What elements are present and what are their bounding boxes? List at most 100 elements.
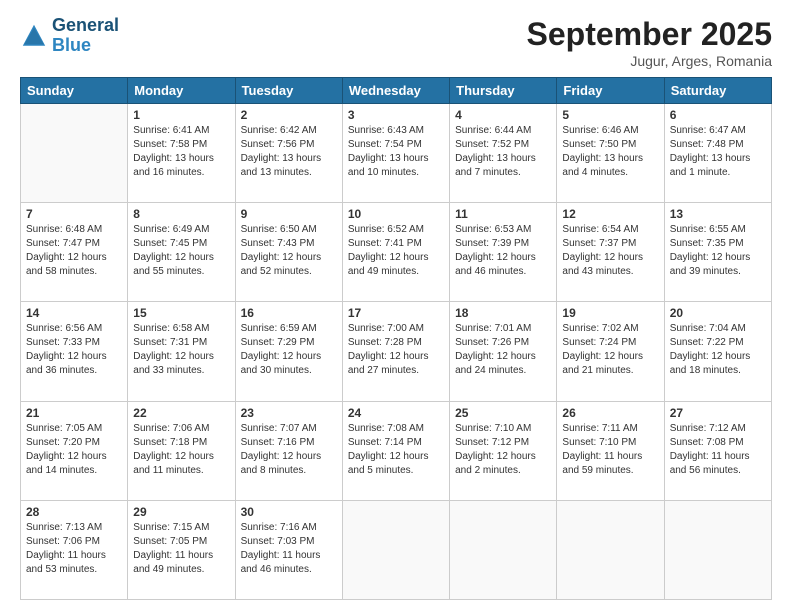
sunrise-text: Sunrise: 6:58 AM: [133, 323, 209, 334]
calendar-cell: 26Sunrise: 7:11 AMSunset: 7:10 PMDayligh…: [557, 401, 664, 500]
header-saturday: Saturday: [664, 78, 771, 104]
header-monday: Monday: [128, 78, 235, 104]
daylight-text: Daylight: 12 hours and 55 minutes.: [133, 252, 214, 277]
sunrise-text: Sunrise: 6:47 AM: [670, 125, 746, 136]
calendar-week-row: 7Sunrise: 6:48 AMSunset: 7:47 PMDaylight…: [21, 203, 772, 302]
page-container: General Blue September 2025 Jugur, Arges…: [0, 0, 792, 612]
day-info: Sunrise: 7:15 AMSunset: 7:05 PMDaylight:…: [133, 521, 229, 577]
sunset-text: Sunset: 7:37 PM: [562, 238, 636, 249]
sunrise-text: Sunrise: 7:05 AM: [26, 423, 102, 434]
calendar-table: Sunday Monday Tuesday Wednesday Thursday…: [20, 77, 772, 600]
day-info: Sunrise: 7:10 AMSunset: 7:12 PMDaylight:…: [455, 422, 551, 478]
month-title: September 2025: [527, 16, 772, 53]
daylight-text: Daylight: 12 hours and 2 minutes.: [455, 451, 536, 476]
day-info: Sunrise: 7:12 AMSunset: 7:08 PMDaylight:…: [670, 422, 766, 478]
daylight-text: Daylight: 11 hours and 49 minutes.: [133, 550, 213, 575]
day-number: 27: [670, 406, 766, 420]
day-number: 21: [26, 406, 122, 420]
calendar-cell: 15Sunrise: 6:58 AMSunset: 7:31 PMDayligh…: [128, 302, 235, 401]
logo-icon: [20, 22, 48, 50]
sunset-text: Sunset: 7:52 PM: [455, 139, 529, 150]
calendar-cell: 5Sunrise: 6:46 AMSunset: 7:50 PMDaylight…: [557, 104, 664, 203]
logo: General Blue: [20, 16, 119, 56]
calendar-cell: 22Sunrise: 7:06 AMSunset: 7:18 PMDayligh…: [128, 401, 235, 500]
calendar-cell: [557, 500, 664, 599]
sunset-text: Sunset: 7:33 PM: [26, 337, 100, 348]
day-info: Sunrise: 6:42 AMSunset: 7:56 PMDaylight:…: [241, 124, 337, 180]
calendar-cell: 27 Sunrise: 7:12 AMSunset: 7:08 PMDayligh…: [664, 401, 771, 500]
calendar-cell: 24Sunrise: 7:08 AMSunset: 7:14 PMDayligh…: [342, 401, 449, 500]
day-number: 24: [348, 406, 444, 420]
header-friday: Friday: [557, 78, 664, 104]
sunset-text: Sunset: 7:14 PM: [348, 437, 422, 448]
sunset-text: Sunset: 7:06 PM: [26, 536, 100, 547]
sunset-text: Sunset: 7:50 PM: [562, 139, 636, 150]
calendar-cell: 6Sunrise: 6:47 AMSunset: 7:48 PMDaylight…: [664, 104, 771, 203]
weekday-header-row: Sunday Monday Tuesday Wednesday Thursday…: [21, 78, 772, 104]
calendar-week-row: 14Sunrise: 6:56 AMSunset: 7:33 PMDayligh…: [21, 302, 772, 401]
day-info: Sunrise: 6:41 AMSunset: 7:58 PMDaylight:…: [133, 124, 229, 180]
calendar-cell: 10 Sunrise: 6:52 AMSunset: 7:41 PMDayligh…: [342, 203, 449, 302]
day-number: 25: [455, 406, 551, 420]
day-info: Sunrise: 6:52 AMSunset: 7:41 PMDaylight:…: [348, 223, 444, 279]
logo-text: General Blue: [52, 16, 119, 56]
sunset-text: Sunset: 7:48 PM: [670, 139, 744, 150]
calendar-cell: 11Sunrise: 6:53 AMSunset: 7:39 PMDayligh…: [450, 203, 557, 302]
sunrise-text: Sunrise: 6:53 AM: [455, 224, 531, 235]
daylight-text: Daylight: 12 hours and 8 minutes.: [241, 451, 322, 476]
calendar-cell: 30Sunrise: 7:16 AMSunset: 7:03 PMDayligh…: [235, 500, 342, 599]
day-number: 16: [241, 306, 337, 320]
day-number: 10: [348, 207, 444, 221]
sunset-text: Sunset: 7:43 PM: [241, 238, 315, 249]
sunset-text: Sunset: 7:22 PM: [670, 337, 744, 348]
daylight-text: Daylight: 12 hours and 21 minutes.: [562, 351, 643, 376]
sunrise-text: Sunrise: 7:02 AM: [562, 323, 638, 334]
day-info: Sunrise: 6:44 AMSunset: 7:52 PMDaylight:…: [455, 124, 551, 180]
calendar-cell: 18 Sunrise: 7:01 AMSunset: 7:26 PMDayligh…: [450, 302, 557, 401]
sunrise-text: Sunrise: 6:55 AM: [670, 224, 746, 235]
sunset-text: Sunset: 7:35 PM: [670, 238, 744, 249]
calendar-week-row: 21 Sunrise: 7:05 AMSunset: 7:20 PMDayligh…: [21, 401, 772, 500]
calendar-cell: 14Sunrise: 6:56 AMSunset: 7:33 PMDayligh…: [21, 302, 128, 401]
day-info: Sunrise: 7:01 AMSunset: 7:26 PMDaylight:…: [455, 322, 551, 378]
day-number: 11: [455, 207, 551, 221]
daylight-text: Daylight: 13 hours and 10 minutes.: [348, 153, 429, 178]
sunrise-text: Sunrise: 7:08 AM: [348, 423, 424, 434]
day-info: Sunrise: 6:50 AMSunset: 7:43 PMDaylight:…: [241, 223, 337, 279]
sunrise-text: Sunrise: 7:07 AM: [241, 423, 317, 434]
day-number: 28: [26, 505, 122, 519]
daylight-text: Daylight: 12 hours and 49 minutes.: [348, 252, 429, 277]
calendar-cell: 13Sunrise: 6:55 AMSunset: 7:35 PMDayligh…: [664, 203, 771, 302]
day-info: Sunrise: 7:02 AMSunset: 7:24 PMDaylight:…: [562, 322, 658, 378]
day-number: 26: [562, 406, 658, 420]
day-number: 5: [562, 108, 658, 122]
header-sunday: Sunday: [21, 78, 128, 104]
daylight-text: Daylight: 12 hours and 36 minutes.: [26, 351, 107, 376]
sunset-text: Sunset: 7:54 PM: [348, 139, 422, 150]
sunrise-text: Sunrise: 7:06 AM: [133, 423, 209, 434]
sunrise-text: Sunrise: 6:52 AM: [348, 224, 424, 235]
day-number: 3: [348, 108, 444, 122]
day-number: 9: [241, 207, 337, 221]
calendar-cell: 21 Sunrise: 7:05 AMSunset: 7:20 PMDayligh…: [21, 401, 128, 500]
day-info: Sunrise: 7:05 AMSunset: 7:20 PMDaylight:…: [26, 422, 122, 478]
day-info: Sunrise: 6:47 AMSunset: 7:48 PMDaylight:…: [670, 124, 766, 180]
calendar-cell: 20Sunrise: 7:04 AMSunset: 7:22 PMDayligh…: [664, 302, 771, 401]
day-number: 30: [241, 505, 337, 519]
day-number: 15: [133, 306, 229, 320]
header-wednesday: Wednesday: [342, 78, 449, 104]
calendar-cell: [664, 500, 771, 599]
day-number: 23: [241, 406, 337, 420]
day-number: 12: [562, 207, 658, 221]
day-info: Sunrise: 6:49 AMSunset: 7:45 PMDaylight:…: [133, 223, 229, 279]
calendar-week-row: 1Sunrise: 6:41 AMSunset: 7:58 PMDaylight…: [21, 104, 772, 203]
day-number: 6: [670, 108, 766, 122]
day-number: 18: [455, 306, 551, 320]
daylight-text: Daylight: 11 hours and 53 minutes.: [26, 550, 106, 575]
sunrise-text: Sunrise: 7:01 AM: [455, 323, 531, 334]
day-info: Sunrise: 6:59 AMSunset: 7:29 PMDaylight:…: [241, 322, 337, 378]
day-info: Sunrise: 6:56 AMSunset: 7:33 PMDaylight:…: [26, 322, 122, 378]
daylight-text: Daylight: 11 hours and 46 minutes.: [241, 550, 321, 575]
day-number: 22: [133, 406, 229, 420]
calendar-cell: 3Sunrise: 6:43 AMSunset: 7:54 PMDaylight…: [342, 104, 449, 203]
